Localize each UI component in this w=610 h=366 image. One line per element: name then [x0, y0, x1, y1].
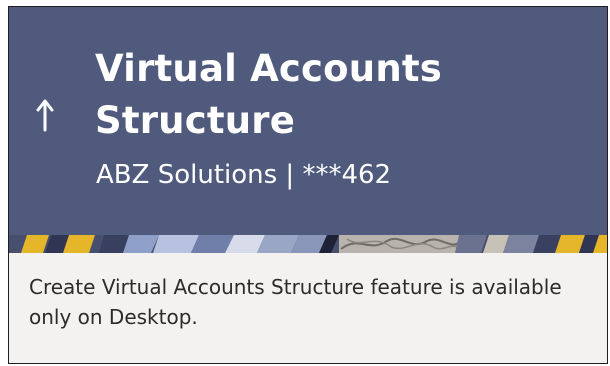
back-button[interactable] [33, 93, 57, 135]
page-title: Virtual Accounts Structure [95, 47, 442, 142]
app-frame: Virtual Accounts Structure ABZ Solutions… [8, 6, 608, 364]
account-subtitle: ABZ Solutions | ***462 [96, 160, 392, 190]
banner-pattern-graphic [21, 235, 607, 253]
decorative-banner-pattern [9, 235, 607, 253]
up-arrow-icon [36, 99, 54, 132]
page-header: Virtual Accounts Structure ABZ Solutions… [9, 7, 607, 235]
desktop-only-message: Create Virtual Accounts Structure featur… [29, 275, 562, 329]
